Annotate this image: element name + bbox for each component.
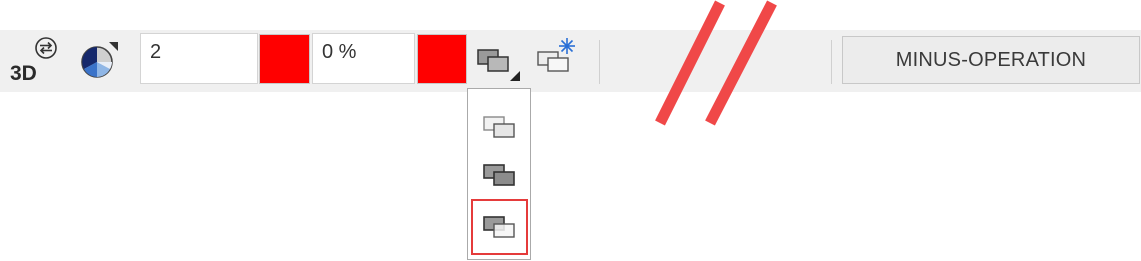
3d-label: 3D xyxy=(10,62,37,85)
layer-option-dark[interactable] xyxy=(476,153,524,197)
break-marks-icon xyxy=(655,0,777,126)
color-swatch-1[interactable] xyxy=(259,34,310,84)
layer-overlap-light-icon xyxy=(483,116,515,138)
thickness-input[interactable]: 2 xyxy=(140,33,258,84)
freeze-layer-icon xyxy=(537,38,575,72)
layer-mode-dropdown-button[interactable] xyxy=(474,44,522,82)
snowflake-icon xyxy=(559,38,575,54)
layer-mode-dropdown-menu xyxy=(467,88,531,260)
swap-arrows-icon xyxy=(35,37,57,59)
color-swatch-2[interactable] xyxy=(417,34,467,84)
layer-overlap-dark-icon xyxy=(483,164,515,186)
toolbar-separator xyxy=(599,40,600,84)
freeze-layers-button[interactable] xyxy=(535,36,579,78)
layer-option-light[interactable] xyxy=(476,105,524,149)
shading-button[interactable] xyxy=(78,38,122,82)
layer-overlap-icon xyxy=(477,49,520,81)
3d-settings-button[interactable]: 3D xyxy=(10,34,62,86)
shading-wheel-icon xyxy=(81,42,118,78)
toolbar-separator xyxy=(831,40,832,84)
dropdown-triangle-icon xyxy=(510,71,520,81)
layer-option-selected[interactable] xyxy=(471,199,528,255)
layer-overlap-dark-front-icon xyxy=(482,216,515,238)
transparency-input[interactable]: 0 % xyxy=(312,33,415,84)
minus-operation-button[interactable]: MINUS-OPERATION xyxy=(842,36,1140,84)
